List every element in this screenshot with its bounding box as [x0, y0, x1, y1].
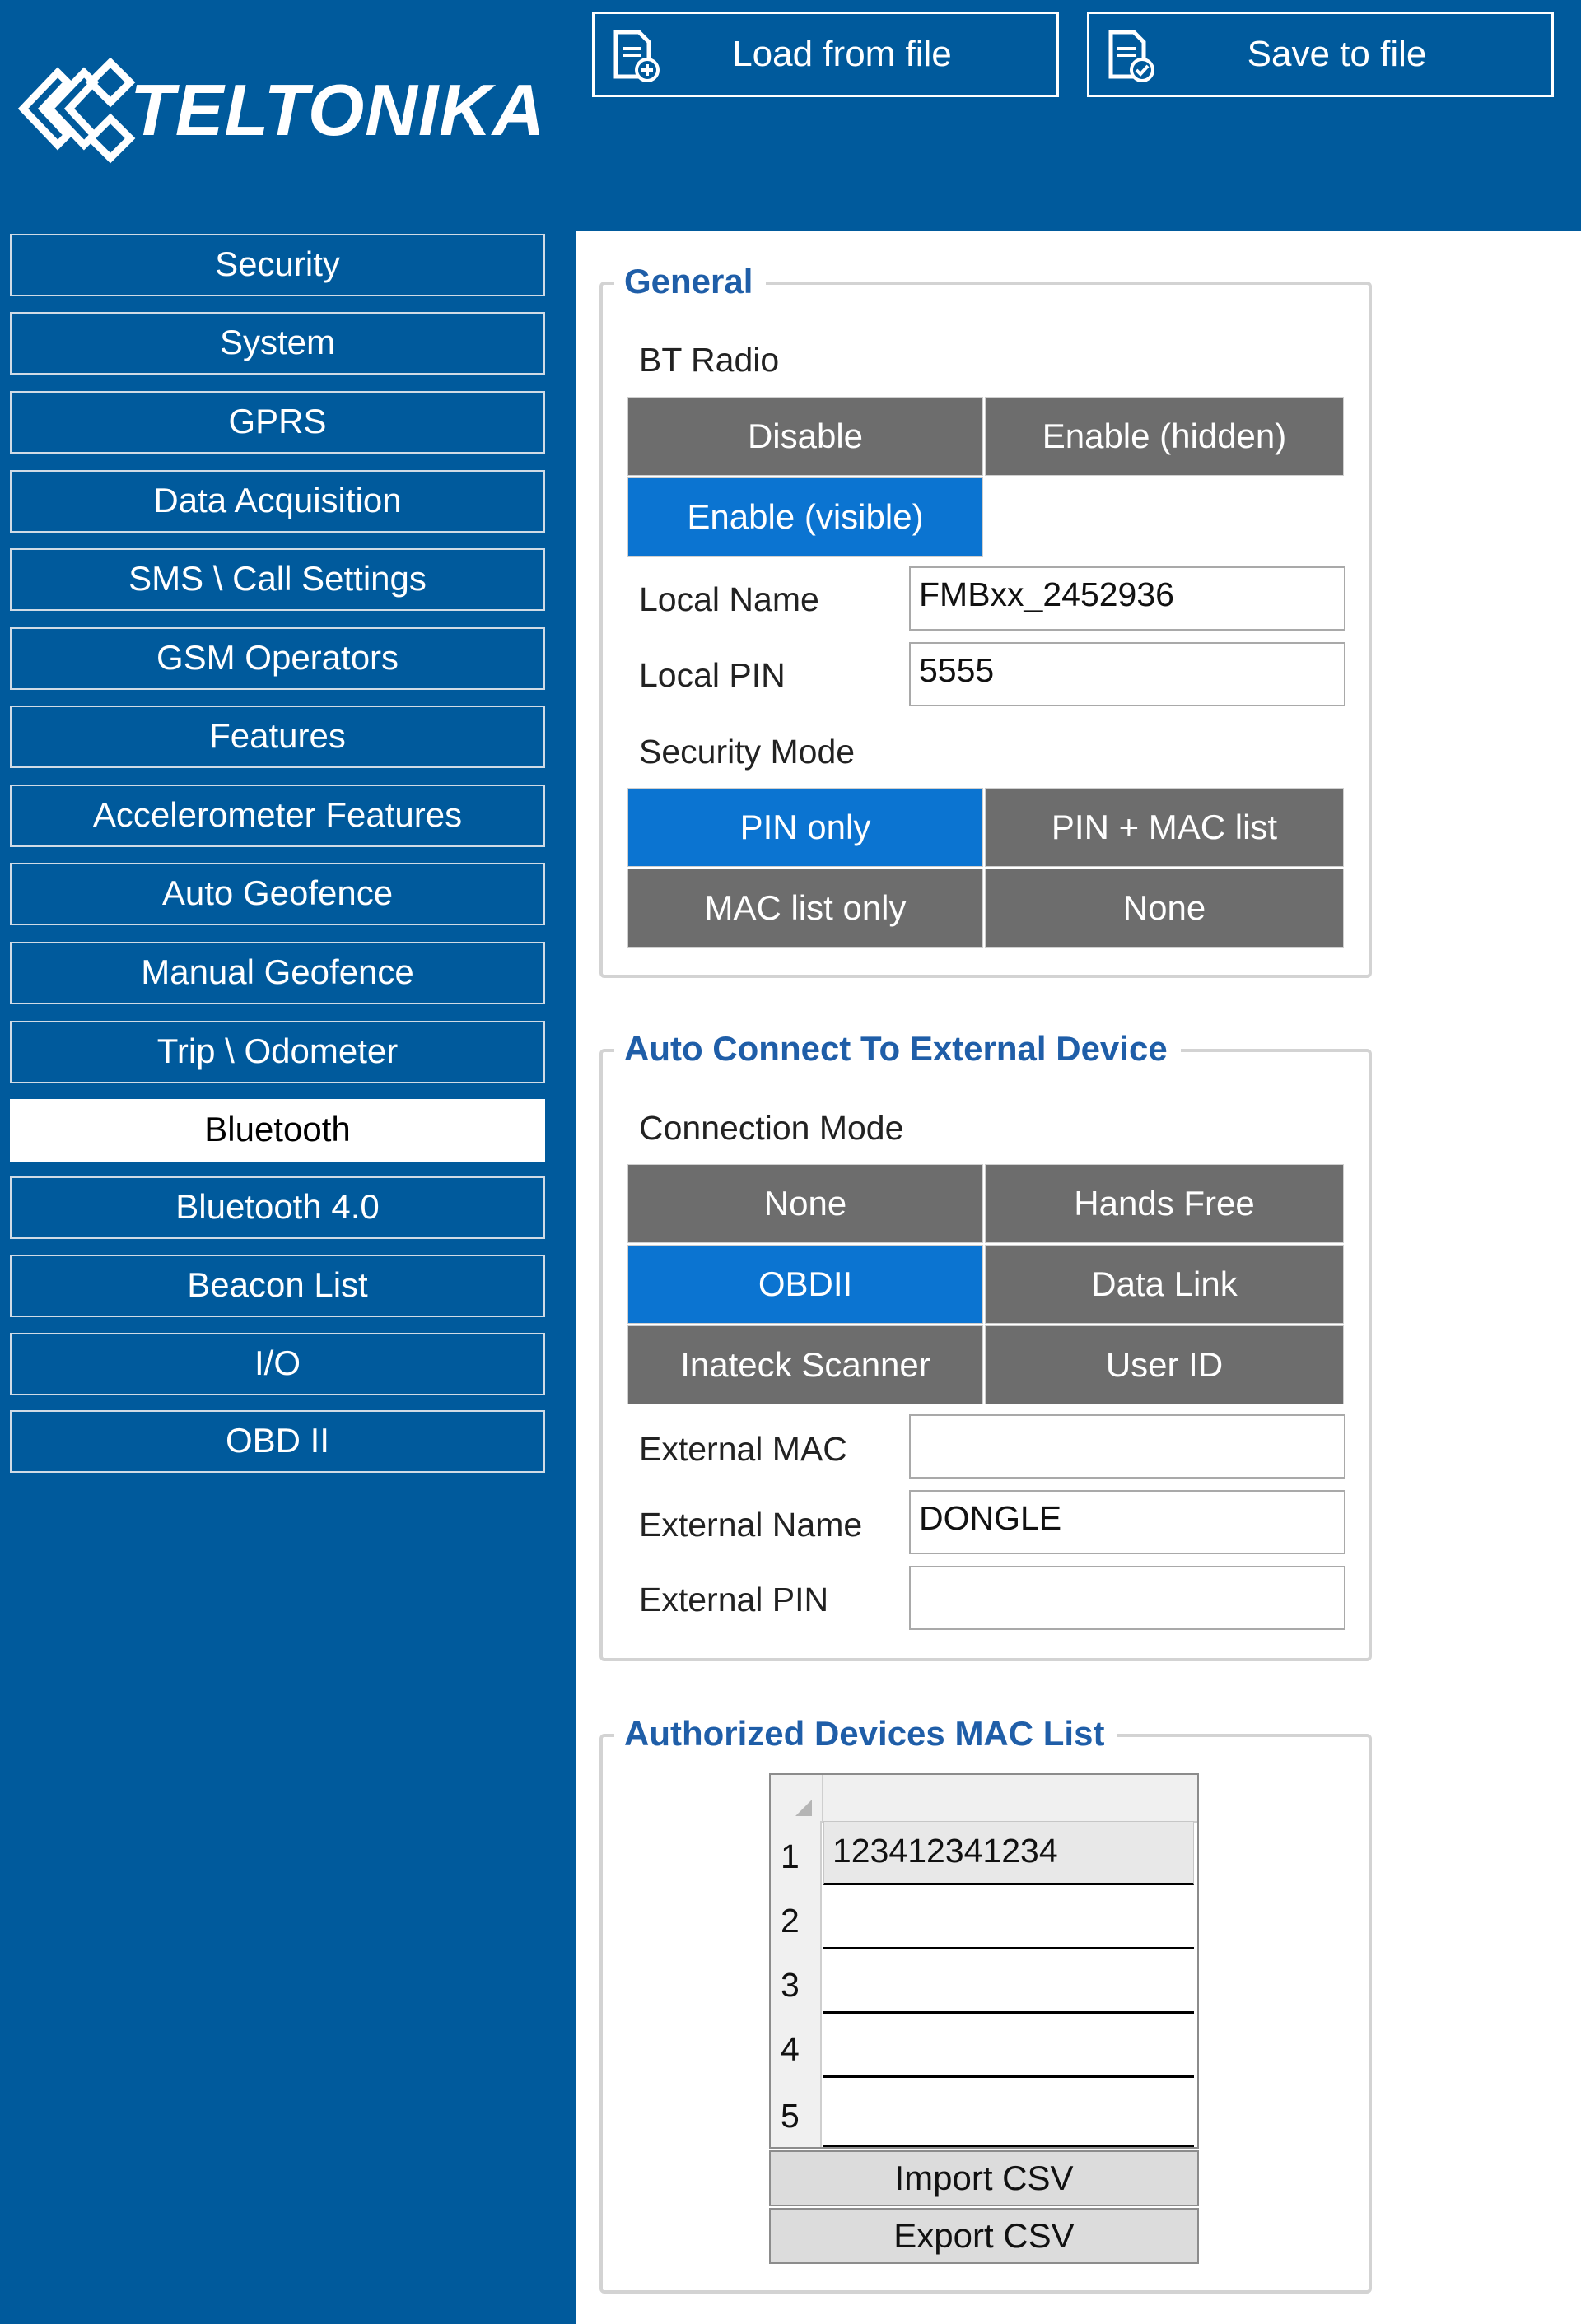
- sidebar-item-gprs[interactable]: GPRS: [10, 391, 545, 454]
- select-all-icon: [795, 1800, 812, 1816]
- export-csv-button[interactable]: Export CSV: [769, 2208, 1199, 2264]
- sidebar-item-obd-ii[interactable]: OBD II: [10, 1410, 545, 1473]
- connection-mode-label: Connection Mode: [639, 1109, 904, 1147]
- connection-mode-obdii[interactable]: OBDII: [627, 1245, 983, 1324]
- save-to-file-label: Save to file: [1247, 34, 1427, 74]
- mac-cell[interactable]: [823, 2078, 1194, 2147]
- connection-mode-hands-free[interactable]: Hands Free: [985, 1164, 1344, 1243]
- external-name-input[interactable]: DONGLE: [909, 1490, 1345, 1554]
- auto-connect-title: Auto Connect To External Device: [614, 1024, 1181, 1074]
- mac-list-grid[interactable]: 1 123412341234 2 3 4 5: [769, 1773, 1199, 2149]
- teltonika-logo-icon: [17, 58, 136, 164]
- security-mode-none[interactable]: None: [985, 869, 1344, 948]
- teltonika-logo: TELTONIKA: [8, 58, 568, 173]
- sidebar-item-gsm-operators[interactable]: GSM Operators: [10, 627, 545, 690]
- security-mode-pin-only[interactable]: PIN only: [627, 788, 983, 867]
- sidebar-item-bluetooth[interactable]: Bluetooth: [10, 1099, 545, 1162]
- sidebar-item-system[interactable]: System: [10, 312, 545, 375]
- mac-cell[interactable]: [823, 1885, 1194, 1949]
- row-number: 1: [771, 1821, 822, 1885]
- bt-radio-disable[interactable]: Disable: [627, 397, 983, 476]
- security-mode-pin-mac-list[interactable]: PIN + MAC list: [985, 788, 1344, 867]
- sidebar-item-beacon-list[interactable]: Beacon List: [10, 1255, 545, 1317]
- grid-header: [771, 1775, 1197, 1823]
- connection-mode-user-id[interactable]: User ID: [985, 1325, 1344, 1404]
- row-number: 3: [771, 1949, 822, 2014]
- external-mac-label: External MAC: [639, 1430, 847, 1468]
- connection-mode-inateck-scanner[interactable]: Inateck Scanner: [627, 1325, 983, 1404]
- grid-select-all[interactable]: [771, 1775, 823, 1821]
- row-number: 5: [771, 2078, 822, 2147]
- general-title: General: [614, 257, 767, 306]
- mac-list-title: Authorized Devices MAC List: [614, 1709, 1118, 1758]
- import-csv-button[interactable]: Import CSV: [769, 2150, 1199, 2206]
- external-pin-input[interactable]: [909, 1566, 1345, 1630]
- sidebar-item-accelerometer-features[interactable]: Accelerometer Features: [10, 785, 545, 847]
- connection-mode-data-link[interactable]: Data Link: [985, 1245, 1344, 1324]
- sidebar-item-data-acquisition[interactable]: Data Acquisition: [10, 470, 545, 533]
- row-number: 2: [771, 1885, 822, 1949]
- external-name-label: External Name: [639, 1506, 863, 1544]
- external-mac-input[interactable]: [909, 1414, 1345, 1479]
- external-pin-label: External PIN: [639, 1581, 829, 1618]
- sidebar-item-bluetooth-4[interactable]: Bluetooth 4.0: [10, 1176, 545, 1239]
- sidebar-item-manual-geofence[interactable]: Manual Geofence: [10, 942, 545, 1004]
- load-from-file-label: Load from file: [732, 34, 952, 74]
- sidebar-item-sms-call-settings[interactable]: SMS \ Call Settings: [10, 548, 545, 611]
- sidebar-item-io[interactable]: I/O: [10, 1333, 545, 1395]
- sidebar-item-auto-geofence[interactable]: Auto Geofence: [10, 863, 545, 925]
- mac-cell[interactable]: [823, 2014, 1194, 2078]
- sidebar-item-security[interactable]: Security: [10, 234, 545, 296]
- local-name-label: Local Name: [639, 580, 819, 618]
- load-from-file-button[interactable]: Load from file: [592, 12, 1059, 97]
- local-pin-label: Local PIN: [639, 656, 786, 694]
- bt-radio-enable-visible[interactable]: Enable (visible): [627, 477, 983, 557]
- sidebar-item-trip-odometer[interactable]: Trip \ Odometer: [10, 1021, 545, 1083]
- connection-mode-none[interactable]: None: [627, 1164, 983, 1243]
- logo-text: TELTONIKA: [130, 69, 546, 151]
- bt-radio-label: BT Radio: [639, 341, 780, 379]
- mac-cell[interactable]: 123412341234: [823, 1821, 1194, 1885]
- row-number: 4: [771, 2014, 822, 2078]
- local-name-input[interactable]: FMBxx_2452936: [909, 566, 1345, 631]
- bt-radio-enable-hidden[interactable]: Enable (hidden): [985, 397, 1344, 476]
- local-pin-input[interactable]: 5555: [909, 642, 1345, 706]
- security-mode-mac-list-only[interactable]: MAC list only: [627, 869, 983, 948]
- mac-cell[interactable]: [823, 1949, 1194, 2014]
- save-to-file-button[interactable]: Save to file: [1087, 12, 1554, 97]
- sidebar-item-features[interactable]: Features: [10, 706, 545, 768]
- security-mode-label: Security Mode: [639, 733, 856, 771]
